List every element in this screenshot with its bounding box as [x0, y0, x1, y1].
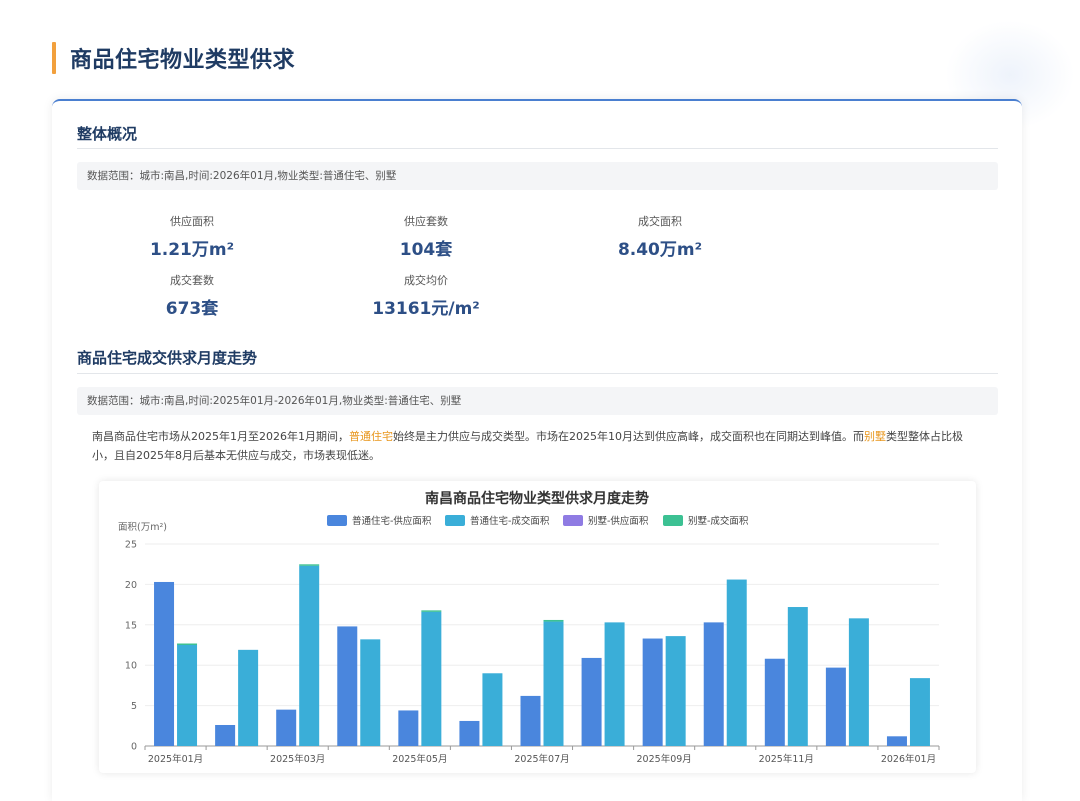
bar-deal	[299, 565, 320, 746]
legend-label: 别墅-供应面积	[588, 515, 649, 527]
x-tick-label: 2025年03月	[270, 753, 325, 765]
bar-villa-deal	[177, 643, 198, 645]
metric-avg-price: 成交均价 13161元/m²	[346, 272, 506, 319]
bar-deal	[665, 636, 686, 746]
x-tick-label: 2025年07月	[514, 753, 569, 765]
legend-swatch	[663, 515, 683, 526]
metric-deal-area: 成交面积 8.40万m²	[580, 213, 740, 260]
y-tick-label: 25	[125, 540, 137, 551]
bar-deal	[604, 622, 625, 746]
bar-supply	[398, 710, 419, 746]
bar-deal	[726, 579, 747, 746]
x-tick-label: 2025年09月	[637, 753, 692, 765]
bar-supply	[886, 736, 907, 746]
y-tick-label: 15	[125, 620, 137, 631]
metric-value: 104套	[399, 240, 453, 260]
y-tick-label: 0	[131, 742, 137, 753]
bar-supply	[276, 709, 297, 746]
trend-description: 南昌商品住宅市场从2025年1月至2026年1月期间，普通住宅始终是主力供应与成…	[92, 427, 982, 465]
trend-title: 商品住宅成交供求月度走势	[77, 349, 258, 367]
bar-villa-deal	[543, 619, 564, 622]
chart-card: 南昌商品住宅物业类型供求月度走势普通住宅-供应面积 普通住宅-成交面积 别墅-供应面…	[99, 481, 976, 773]
bar-supply	[337, 626, 358, 746]
bar-deal	[482, 673, 503, 746]
legend-label: 别墅-成交面积	[688, 515, 749, 527]
y-tick-label: 10	[125, 661, 137, 672]
overview-divider	[77, 148, 998, 149]
overview-title: 整体概况	[77, 125, 138, 143]
legend-label: 普通住宅-供应面积	[352, 515, 432, 527]
metric-label: 成交面积	[638, 215, 682, 228]
x-tick-label: 2026年01月	[881, 753, 936, 765]
bar-supply	[581, 657, 602, 746]
bar-supply	[154, 581, 175, 746]
title-accent-bar	[52, 42, 56, 74]
bar-deal	[421, 611, 442, 746]
metric-label: 供应面积	[170, 215, 214, 228]
bar-villa-deal	[299, 564, 320, 566]
bar-chart: 南昌商品住宅物业类型供求月度走势普通住宅-供应面积 普通住宅-成交面积 别墅-供应面…	[118, 490, 940, 765]
bar-supply	[459, 720, 480, 746]
bar-supply	[520, 695, 541, 746]
metric-value: 1.21万m²	[149, 240, 235, 260]
legend-swatch	[563, 515, 583, 526]
bar-deal	[848, 618, 869, 746]
metric-supply-units: 供应套数 104套	[346, 213, 506, 260]
x-tick-label: 2025年01月	[148, 753, 203, 765]
bar-supply	[215, 724, 236, 746]
trend-scope: 数据范围：城市:南昌,时间:2025年01月-2026年01月,物业类型:普通住…	[77, 387, 998, 415]
metric-supply-area: 供应面积 1.21万m²	[112, 213, 272, 260]
metric-label: 供应套数	[404, 215, 448, 228]
x-tick-label: 2025年11月	[759, 753, 814, 765]
page-title-text: 商品住宅物业类型供求	[70, 48, 296, 73]
metric-label: 成交均价	[404, 274, 448, 287]
metric-deal-units: 成交套数 673套	[112, 272, 272, 319]
metric-value: 673套	[165, 299, 219, 319]
trend-divider	[77, 373, 998, 374]
bar-villa-deal	[421, 610, 442, 612]
bar-deal	[177, 645, 198, 746]
bar-deal	[787, 607, 808, 746]
content-card: 整体概况 数据范围：城市:南昌,时间:2026年01月,物业类型:普通住宅、别墅…	[52, 99, 1022, 801]
desc-text: 南昌商品住宅市场从2025年1月至2026年1月期间，	[92, 430, 349, 443]
page-title: 商品住宅物业类型供求	[52, 42, 295, 74]
bar-supply	[825, 667, 846, 746]
bar-deal	[238, 649, 259, 746]
bar-deal	[360, 639, 381, 746]
bar-deal	[543, 621, 564, 746]
bar-deal	[909, 678, 930, 746]
x-tick-label: 2025年05月	[392, 753, 447, 765]
legend-label: 普通住宅-成交面积	[470, 515, 550, 527]
y-tick-label: 5	[131, 701, 137, 712]
y-tick-label: 20	[125, 580, 137, 591]
bar-supply	[703, 622, 724, 746]
metric-value: 13161元/m²	[372, 299, 480, 319]
bar-supply	[642, 638, 663, 746]
desc-highlight: 普通住宅	[348, 430, 393, 443]
chart-title: 南昌商品住宅物业类型供求月度走势	[425, 490, 649, 507]
bar-supply	[764, 658, 785, 746]
desc-highlight: 别墅	[863, 430, 886, 443]
legend-swatch	[327, 515, 347, 526]
y-axis-label: 面积(万m²)	[118, 521, 167, 533]
overview-scope: 数据范围：城市:南昌,时间:2026年01月,物业类型:普通住宅、别墅	[77, 162, 998, 190]
metric-value: 8.40万m²	[617, 240, 703, 260]
legend-swatch	[445, 515, 465, 526]
metric-label: 成交套数	[170, 274, 214, 287]
desc-text: 始终是主力供应与成交类型。市场在2025年10月达到供应高峰，成交面积也在同期达…	[392, 430, 864, 443]
